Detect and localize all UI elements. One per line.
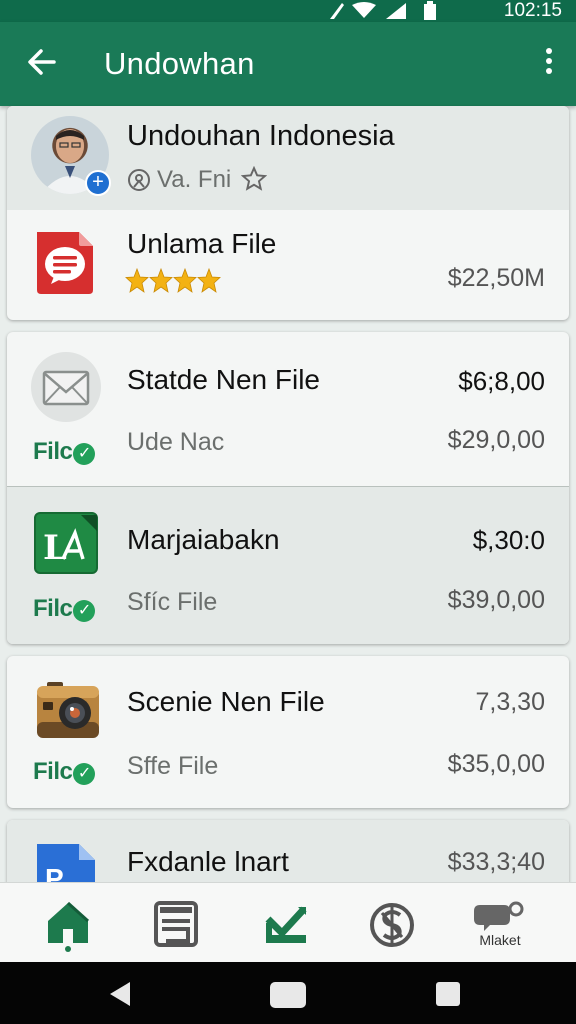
- download-icon: [265, 906, 307, 943]
- svg-text:L: L: [43, 528, 67, 568]
- list-item[interactable]: Filc ✓ Scenie Nen File 7,3,30 Sffe File $…: [7, 656, 569, 808]
- featured-file-price: $22,50M: [447, 264, 545, 292]
- status-time: 102:15: [503, 0, 562, 21]
- list-item-title: Marjaiabakn: [127, 524, 280, 555]
- currency-icon: [370, 903, 414, 947]
- mail-icon: [31, 352, 101, 422]
- recents-square-icon[interactable]: [436, 982, 460, 1006]
- market-chat-icon: [474, 901, 524, 931]
- star-icon: [149, 267, 173, 293]
- nav-documents[interactable]: [144, 897, 208, 953]
- list-item-title: Scenie Nen File: [127, 686, 325, 717]
- rating-stars: [125, 267, 225, 294]
- camera-icon: [33, 676, 103, 742]
- list-item-price: $,30:0: [472, 525, 545, 555]
- documents-icon: [154, 901, 198, 947]
- star-icon: [173, 267, 197, 293]
- list-item-price: 7,3,30: [475, 688, 545, 716]
- app-title: Undowhan: [104, 46, 255, 81]
- list-item-subtitle: Sfíc File: [127, 588, 218, 616]
- file-badge: Filc ✓: [33, 438, 96, 466]
- location-icon: [127, 168, 151, 192]
- star-icon: [125, 267, 149, 293]
- file-card-group-1: Filc ✓ Statde Nen File $6;8,00 Ude Nac $2…: [7, 332, 569, 644]
- list-item-subtitle: Ude Nac: [127, 428, 225, 456]
- check-icon: ✓: [73, 443, 96, 465]
- list-item-title: Fxdanle lnart: [127, 846, 289, 877]
- list-item-price-secondary: $29,0,00: [447, 426, 545, 454]
- pdf-file-icon: [33, 228, 97, 296]
- nav-home[interactable]: [36, 897, 100, 953]
- star-icon: [197, 267, 221, 293]
- back-arrow-icon[interactable]: [24, 44, 60, 80]
- list-item-title: Statde Nen File: [127, 364, 320, 395]
- spreadsheet-icon: L: [33, 511, 99, 575]
- nav-market-label: Mlaket: [479, 932, 521, 948]
- overflow-menu-icon[interactable]: [540, 48, 558, 78]
- home-square-icon[interactable]: [270, 982, 306, 1008]
- add-badge-icon[interactable]: +: [85, 170, 111, 196]
- check-icon: ✓: [73, 763, 96, 785]
- home-icon: [48, 901, 90, 952]
- nav-download[interactable]: [254, 897, 318, 953]
- featured-file-title: Unlama File: [127, 228, 277, 259]
- list-item-price: $6;8,00: [458, 366, 545, 396]
- file-badge: Filc ✓: [33, 595, 96, 623]
- list-item-price-secondary: $39,0,00: [447, 586, 545, 614]
- list-item-subtitle: Sffe File: [127, 752, 219, 780]
- profile-name: Undouhan Indonesia: [127, 120, 395, 152]
- nav-currency[interactable]: [360, 897, 424, 953]
- bottom-navigation: Mlaket: [0, 882, 576, 962]
- file-card-group-2: Filc ✓ Scenie Nen File 7,3,30 Sffe File $…: [7, 656, 569, 808]
- list-item[interactable]: L Filc ✓ Marjaiabakn $,30:0 Sfíc File $39…: [7, 487, 569, 644]
- nav-market[interactable]: Mlaket: [468, 897, 532, 953]
- list-item-price-secondary: $35,0,00: [447, 750, 545, 778]
- app-bar: Undowhan: [0, 22, 576, 106]
- status-bar: 102:15: [0, 0, 576, 22]
- back-triangle-icon[interactable]: [106, 980, 134, 1008]
- profile-meta: Va. Fni: [157, 166, 232, 193]
- list-item-price: $33,3;40: [447, 848, 545, 876]
- featured-card: + Undouhan Indonesia Va. Fni Unlama File: [7, 106, 569, 320]
- star-outline-icon[interactable]: [240, 165, 268, 192]
- featured-file-row[interactable]: Unlama File $22,50M: [7, 210, 569, 320]
- system-navigation-bar: [0, 962, 576, 1024]
- check-icon: ✓: [73, 600, 96, 622]
- list-item[interactable]: Filc ✓ Statde Nen File $6;8,00 Ude Nac $2…: [7, 332, 569, 486]
- file-badge: Filc ✓: [33, 758, 96, 786]
- profile-row[interactable]: + Undouhan Indonesia Va. Fni: [7, 106, 569, 210]
